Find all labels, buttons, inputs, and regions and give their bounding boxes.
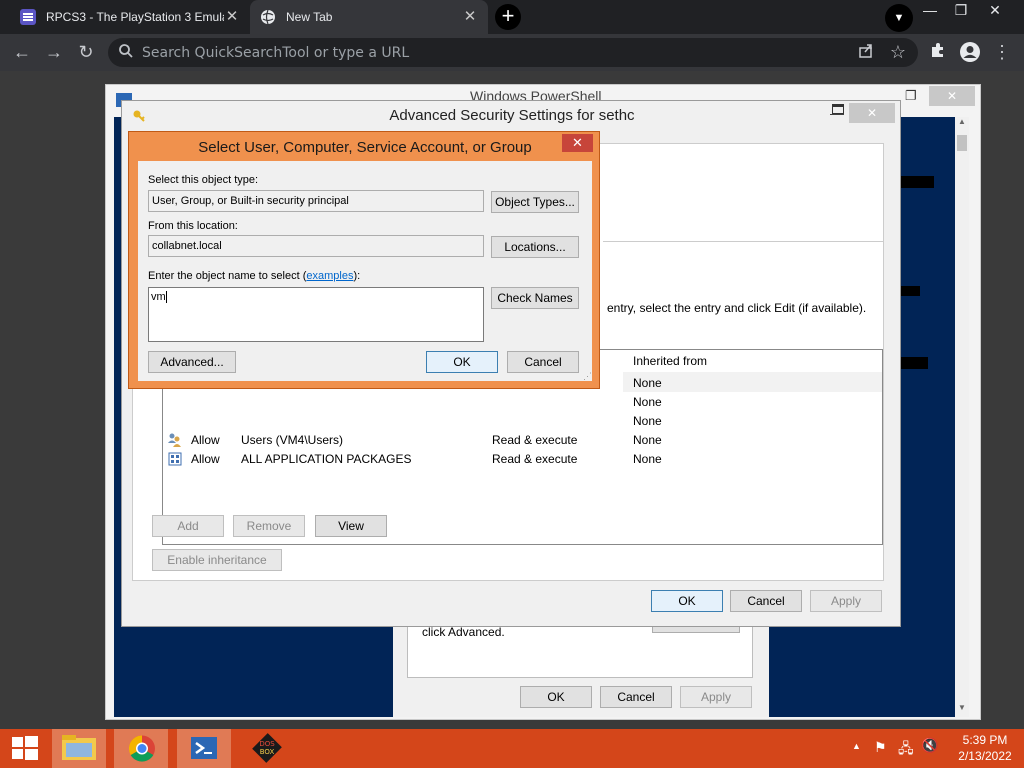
examples-link[interactable]: examples	[306, 270, 353, 282]
system-clock[interactable]: 5:39 PM 2/13/2022	[950, 732, 1020, 764]
label-suffix: ):	[353, 270, 361, 282]
dosbox-icon[interactable]: DOS BOX	[240, 729, 294, 768]
permission-hint: entry, select the entry and click Edit (…	[607, 301, 867, 315]
tab-search-chevron-icon[interactable]: ▼	[885, 4, 913, 32]
table-cell-inherited[interactable]: None	[633, 395, 662, 409]
table-cell-access: Read & execute	[492, 433, 578, 447]
browser-tab-strip: RPCS3 - The PlayStation 3 Emula ✕ New Ta…	[0, 0, 1024, 34]
omnibox[interactable]: Search QuickSearchTool or type a URL	[108, 38, 918, 67]
location-label: From this location:	[148, 220, 238, 232]
search-icon	[118, 43, 134, 63]
ps-restore-icon[interactable]: ❐	[905, 88, 917, 104]
table-cell-type: Allow	[191, 433, 220, 447]
object-types-button[interactable]: Object Types...	[491, 191, 579, 213]
restore-window-icon[interactable]: ❐	[946, 2, 976, 19]
console-scrollbar[interactable]: ▲ ▼	[955, 117, 969, 717]
dialog-title: Select User, Computer, Service Account, …	[198, 139, 532, 156]
divider	[603, 241, 883, 242]
taskbar: DOS BOX ▲ ⚑ 🖧 🔇 5:39 PM 2/13/2022	[0, 729, 1024, 768]
properties-ok-button[interactable]: OK	[520, 686, 592, 708]
browser-toolbar: ← → ↻ Search QuickSearchTool or type a U…	[0, 34, 1024, 71]
volume-muted-icon[interactable]: 🔇	[921, 737, 938, 754]
ok-button[interactable]: OK	[651, 590, 723, 612]
action-center-flag-icon[interactable]: ⚑	[874, 739, 887, 756]
tab-title: New Tab	[286, 10, 333, 24]
table-cell-principal: ALL APPLICATION PACKAGES	[241, 452, 412, 466]
menu-icon[interactable]: ⋮	[990, 41, 1014, 65]
console-text-fragment	[900, 286, 920, 296]
cancel-button[interactable]: Cancel	[507, 351, 579, 373]
check-names-button[interactable]: Check Names	[491, 287, 579, 309]
ps-close-icon[interactable]: ✕	[929, 86, 975, 106]
tab-close-icon[interactable]: ✕	[462, 9, 478, 25]
table-cell-access: Read & execute	[492, 452, 578, 466]
advanced-hint-text: click Advanced.	[422, 625, 505, 639]
remove-button[interactable]: Remove	[233, 515, 305, 537]
apply-button[interactable]: Apply	[810, 590, 882, 612]
extensions-icon[interactable]	[926, 41, 950, 65]
column-header-inherited-from[interactable]: Inherited from	[633, 354, 707, 368]
add-button[interactable]: Add	[152, 515, 224, 537]
tab-close-icon[interactable]: ✕	[224, 9, 240, 25]
object-name-value: vm	[151, 291, 166, 303]
rpcs3-favicon-icon	[20, 9, 36, 25]
network-icon[interactable]: 🖧	[898, 738, 914, 762]
powershell-icon[interactable]	[177, 729, 231, 768]
clock-time: 5:39 PM	[962, 733, 1008, 747]
table-cell-inherited: None	[633, 452, 662, 466]
minimize-window-icon[interactable]: —	[915, 2, 945, 18]
globe-icon	[260, 9, 276, 25]
chrome-icon[interactable]	[114, 729, 168, 768]
view-button[interactable]: View	[315, 515, 387, 537]
ok-button[interactable]: OK	[426, 351, 498, 373]
profile-icon[interactable]	[958, 41, 982, 65]
close-icon[interactable]: ✕	[562, 134, 593, 152]
table-cell-principal: Users (VM4\Users)	[241, 433, 344, 447]
advanced-button[interactable]: Advanced...	[148, 351, 236, 373]
show-hidden-icons-icon[interactable]: ▲	[852, 741, 861, 751]
properties-dialog-fragment: click Advanced. OK Cancel Apply	[393, 620, 769, 717]
properties-apply-button[interactable]: Apply	[680, 686, 752, 708]
table-cell-inherited[interactable]: None	[633, 414, 662, 428]
text-caret	[165, 291, 167, 304]
resize-grip-icon[interactable]: ⋰	[583, 371, 592, 382]
svg-text:BOX: BOX	[260, 748, 275, 756]
file-explorer-icon[interactable]	[52, 729, 106, 768]
reload-icon[interactable]: ↻	[74, 41, 98, 65]
new-tab-button[interactable]: +	[495, 4, 521, 30]
svg-text:DOS: DOS	[259, 740, 275, 748]
maximize-icon[interactable]	[832, 104, 844, 114]
label-prefix: Enter the object name to select (	[148, 270, 307, 282]
object-type-field: User, Group, or Built-in security princi…	[148, 190, 484, 212]
back-icon[interactable]: ←	[10, 41, 34, 65]
object-name-input[interactable]: vm	[148, 287, 484, 342]
share-icon[interactable]	[854, 41, 878, 65]
cancel-button[interactable]: Cancel	[730, 590, 802, 612]
table-cell-inherited: None	[633, 433, 662, 447]
console-text-fragment	[900, 357, 928, 369]
object-name-label: Enter the object name to select (example…	[148, 270, 360, 282]
close-window-icon[interactable]: ✕	[980, 2, 1010, 19]
forward-icon[interactable]: →	[42, 41, 66, 65]
dialog-title: Advanced Security Settings for sethc	[389, 107, 635, 124]
star-icon[interactable]: ☆	[886, 41, 910, 65]
object-type-label: Select this object type:	[148, 174, 259, 186]
enable-inheritance-button[interactable]: Enable inheritance	[152, 549, 282, 571]
close-icon[interactable]: ✕	[849, 103, 895, 123]
tab-title: RPCS3 - The PlayStation 3 Emula	[46, 10, 224, 24]
clock-date: 2/13/2022	[958, 749, 1012, 763]
tab-rpcs3[interactable]: RPCS3 - The PlayStation 3 Emula ✕	[10, 0, 250, 34]
table-cell-type: Allow	[191, 452, 220, 466]
location-field: collabnet.local	[148, 235, 484, 257]
start-button[interactable]	[0, 729, 54, 768]
console-text-fragment	[900, 176, 934, 188]
table-cell-inherited[interactable]: None	[633, 376, 662, 390]
tab-new-tab[interactable]: New Tab ✕	[250, 0, 488, 34]
properties-cancel-button[interactable]: Cancel	[600, 686, 672, 708]
users-group-icon	[167, 432, 183, 448]
app-packages-icon	[167, 451, 183, 467]
omnibox-placeholder: Search QuickSearchTool or type a URL	[142, 45, 410, 61]
locations-button[interactable]: Locations...	[491, 236, 579, 258]
